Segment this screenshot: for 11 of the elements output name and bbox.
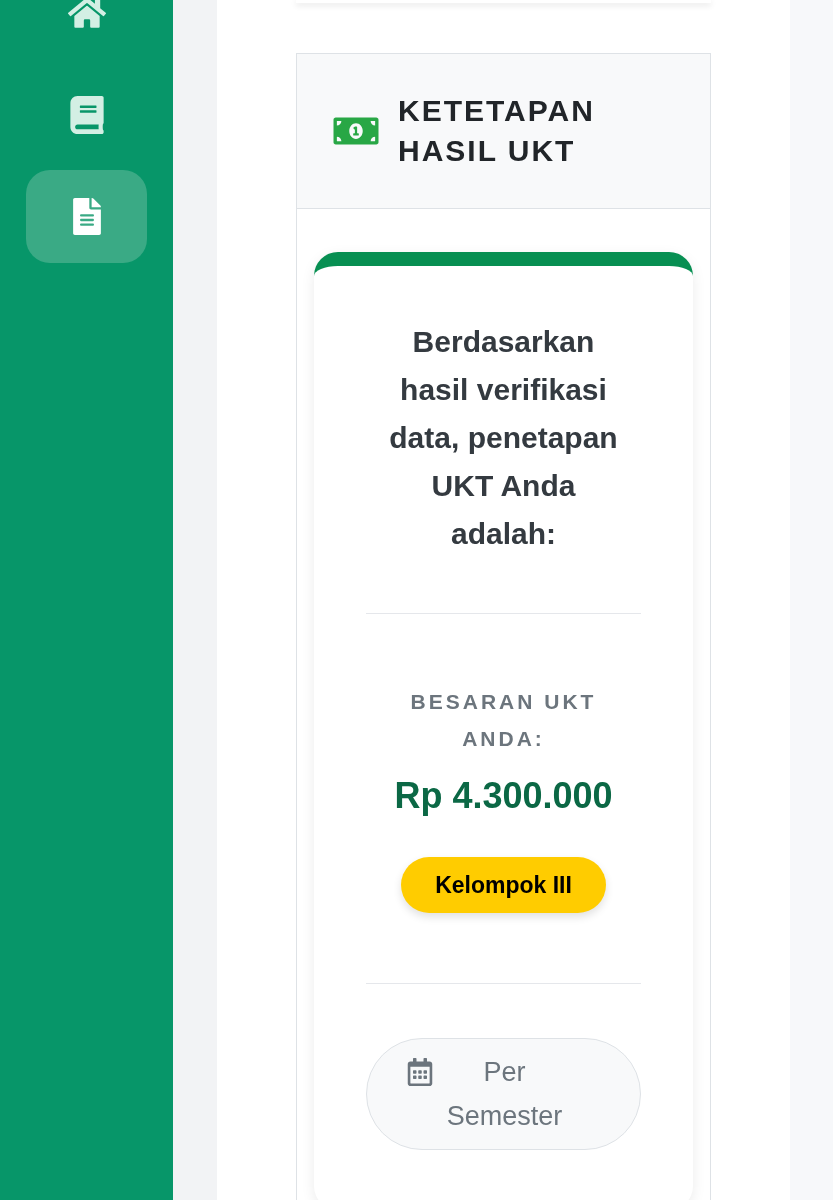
amount-value: Rp 4.300.000 — [394, 774, 613, 818]
card-title: KETETAPAN HASIL UKT — [398, 93, 596, 169]
intro-text: Berdasarkan hasil verifikasi data, penetapan UKT Anda adalah: — [388, 324, 619, 552]
calendar-icon — [406, 1058, 433, 1086]
sidebar-item[interactable] — [26, 170, 147, 263]
book-icon — [67, 95, 106, 134]
group-badge: Kelompok III — [401, 857, 606, 913]
amount-label: BESARAN UKT ANDA: — [409, 689, 598, 752]
home-icon — [67, 0, 106, 30]
document-icon — [72, 198, 101, 235]
period-text: Per Semester — [445, 1056, 564, 1133]
